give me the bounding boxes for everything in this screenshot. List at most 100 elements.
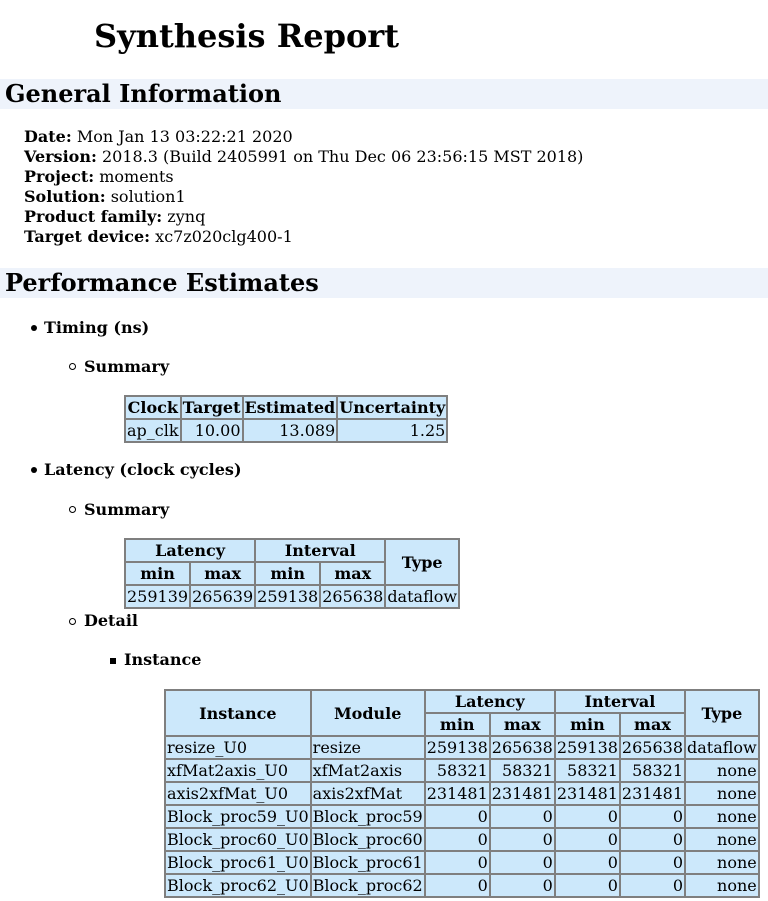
cell-latency-max: 0 [489, 874, 555, 897]
header-instance: Instance [165, 690, 311, 736]
general-information-heading: General Information [0, 79, 768, 109]
header-max: max [320, 562, 386, 585]
cell-instance: axis2xfMat_U0 [165, 782, 311, 805]
cell-latency-min: 259138 [424, 736, 490, 759]
info-label: Solution: [24, 187, 106, 206]
cell-uncertainty: 1.25 [337, 419, 448, 442]
header-type: Type [385, 539, 460, 585]
cell-module: Block_proc59 [310, 805, 425, 828]
cell-interval-max: 265638 [320, 585, 386, 608]
cell-latency-min: 0 [424, 805, 490, 828]
table-row: Block_proc59_U0 Block_proc59 0 0 0 0 none [165, 805, 759, 828]
cell-latency-min: 259139 [125, 585, 191, 608]
disc-bullet-icon [31, 325, 37, 331]
cell-target: 10.00 [180, 419, 243, 442]
table-row: Block_proc60_U0 Block_proc60 0 0 0 0 none [165, 828, 759, 851]
info-date: Date: Mon Jan 13 03:22:21 2020 [24, 127, 583, 147]
header-interval: Interval [255, 539, 386, 562]
cell-latency-max: 0 [489, 851, 555, 874]
circle-bullet-icon [69, 618, 76, 625]
cell-latency-min: 58321 [424, 759, 490, 782]
header-uncertainty: Uncertainty [337, 396, 448, 419]
cell-module: axis2xfMat [310, 782, 425, 805]
info-label: Date: [24, 127, 72, 146]
header-interval: Interval [554, 690, 685, 713]
cell-type: dataflow [385, 585, 460, 608]
info-target-device: Target device: xc7z020clg400-1 [24, 227, 583, 247]
cell-interval-min: 231481 [554, 782, 620, 805]
header-target: Target [180, 396, 243, 419]
info-value: solution1 [110, 187, 186, 206]
table-row: Block_proc62_U0 Block_proc62 0 0 0 0 none [165, 874, 759, 897]
circle-bullet-icon [69, 363, 76, 370]
circle-bullet-icon [69, 506, 76, 513]
table-row: axis2xfMat_U0 axis2xfMat 231481 231481 23148… [165, 782, 759, 805]
timing-label: Timing (ns) [44, 318, 150, 337]
table-header-row: Latency Interval Type [125, 539, 460, 585]
cell-latency-max: 231481 [489, 782, 555, 805]
latency-summary-label: Summary [84, 500, 170, 519]
table-row: resize_U0 resize 259138 265638 259138 265638 d… [165, 736, 759, 759]
info-label: Product family: [24, 207, 163, 226]
cell-latency-max: 0 [489, 805, 555, 828]
info-label: Version: [24, 147, 97, 166]
info-version: Version: 2018.3 (Build 2405991 on Thu De… [24, 147, 583, 167]
latency-label: Latency (clock cycles) [44, 460, 242, 479]
info-project: Project: moments [24, 167, 583, 187]
header-clock: Clock [125, 396, 181, 419]
table-header-row: Instance Module Latency Interval Type [165, 690, 759, 736]
disc-bullet-icon [31, 467, 37, 473]
header-max: max [190, 562, 256, 585]
latency-detail-label: Detail [84, 611, 138, 630]
latency-summary-table: Latency Interval Type min max min max 25… [124, 538, 461, 609]
cell-interval-min: 259138 [255, 585, 321, 608]
instance-label: Instance [124, 650, 202, 669]
cell-instance: Block_proc61_U0 [165, 851, 311, 874]
table-row: Block_proc61_U0 Block_proc61 0 0 0 0 none [165, 851, 759, 874]
cell-instance: resize_U0 [165, 736, 311, 759]
header-type: Type [685, 690, 759, 736]
cell-interval-max: 231481 [619, 782, 685, 805]
cell-instance: Block_proc59_U0 [165, 805, 311, 828]
cell-interval-min: 0 [554, 851, 620, 874]
header-min: min [125, 562, 191, 585]
header-min: min [424, 713, 490, 736]
cell-instance: xfMat2axis_U0 [165, 759, 311, 782]
cell-type: none [685, 805, 759, 828]
cell-interval-max: 265638 [619, 736, 685, 759]
cell-module: Block_proc62 [310, 874, 425, 897]
cell-module: xfMat2axis [310, 759, 425, 782]
info-solution: Solution: solution1 [24, 187, 583, 207]
cell-interval-max: 0 [619, 805, 685, 828]
cell-estimated: 13.089 [242, 419, 338, 442]
cell-interval-max: 0 [619, 828, 685, 851]
cell-interval-max: 0 [619, 851, 685, 874]
cell-type: none [685, 782, 759, 805]
cell-interval-min: 0 [554, 805, 620, 828]
timing-summary-table: Clock Target Estimated Uncertainty ap_cl… [124, 395, 449, 443]
cell-type: none [685, 828, 759, 851]
cell-latency-max: 265639 [190, 585, 256, 608]
cell-module: Block_proc61 [310, 851, 425, 874]
info-value: 2018.3 (Build 2405991 on Thu Dec 06 23:5… [101, 147, 584, 166]
page-title: Synthesis Report [94, 17, 400, 55]
performance-estimates-heading: Performance Estimates [0, 268, 768, 298]
header-estimated: Estimated [242, 396, 338, 419]
cell-latency-min: 0 [424, 874, 490, 897]
info-label: Project: [24, 167, 95, 186]
table-row: xfMat2axis_U0 xfMat2axis 58321 58321 58321 58… [165, 759, 759, 782]
cell-interval-min: 0 [554, 828, 620, 851]
timing-summary-label: Summary [84, 357, 170, 376]
general-info-list: Date: Mon Jan 13 03:22:21 2020 Version: … [24, 127, 583, 247]
cell-interval-min: 259138 [554, 736, 620, 759]
instance-table: Instance Module Latency Interval Type mi… [164, 689, 760, 898]
cell-latency-min: 231481 [424, 782, 490, 805]
header-latency: Latency [424, 690, 555, 713]
info-value: xc7z020clg400-1 [155, 227, 293, 246]
info-value: zynq [167, 207, 206, 226]
square-bullet-icon [110, 658, 116, 664]
header-module: Module [310, 690, 425, 736]
cell-instance: Block_proc62_U0 [165, 874, 311, 897]
header-latency: Latency [125, 539, 256, 562]
table-row: 259139 265639 259138 265638 dataflow [125, 585, 460, 608]
